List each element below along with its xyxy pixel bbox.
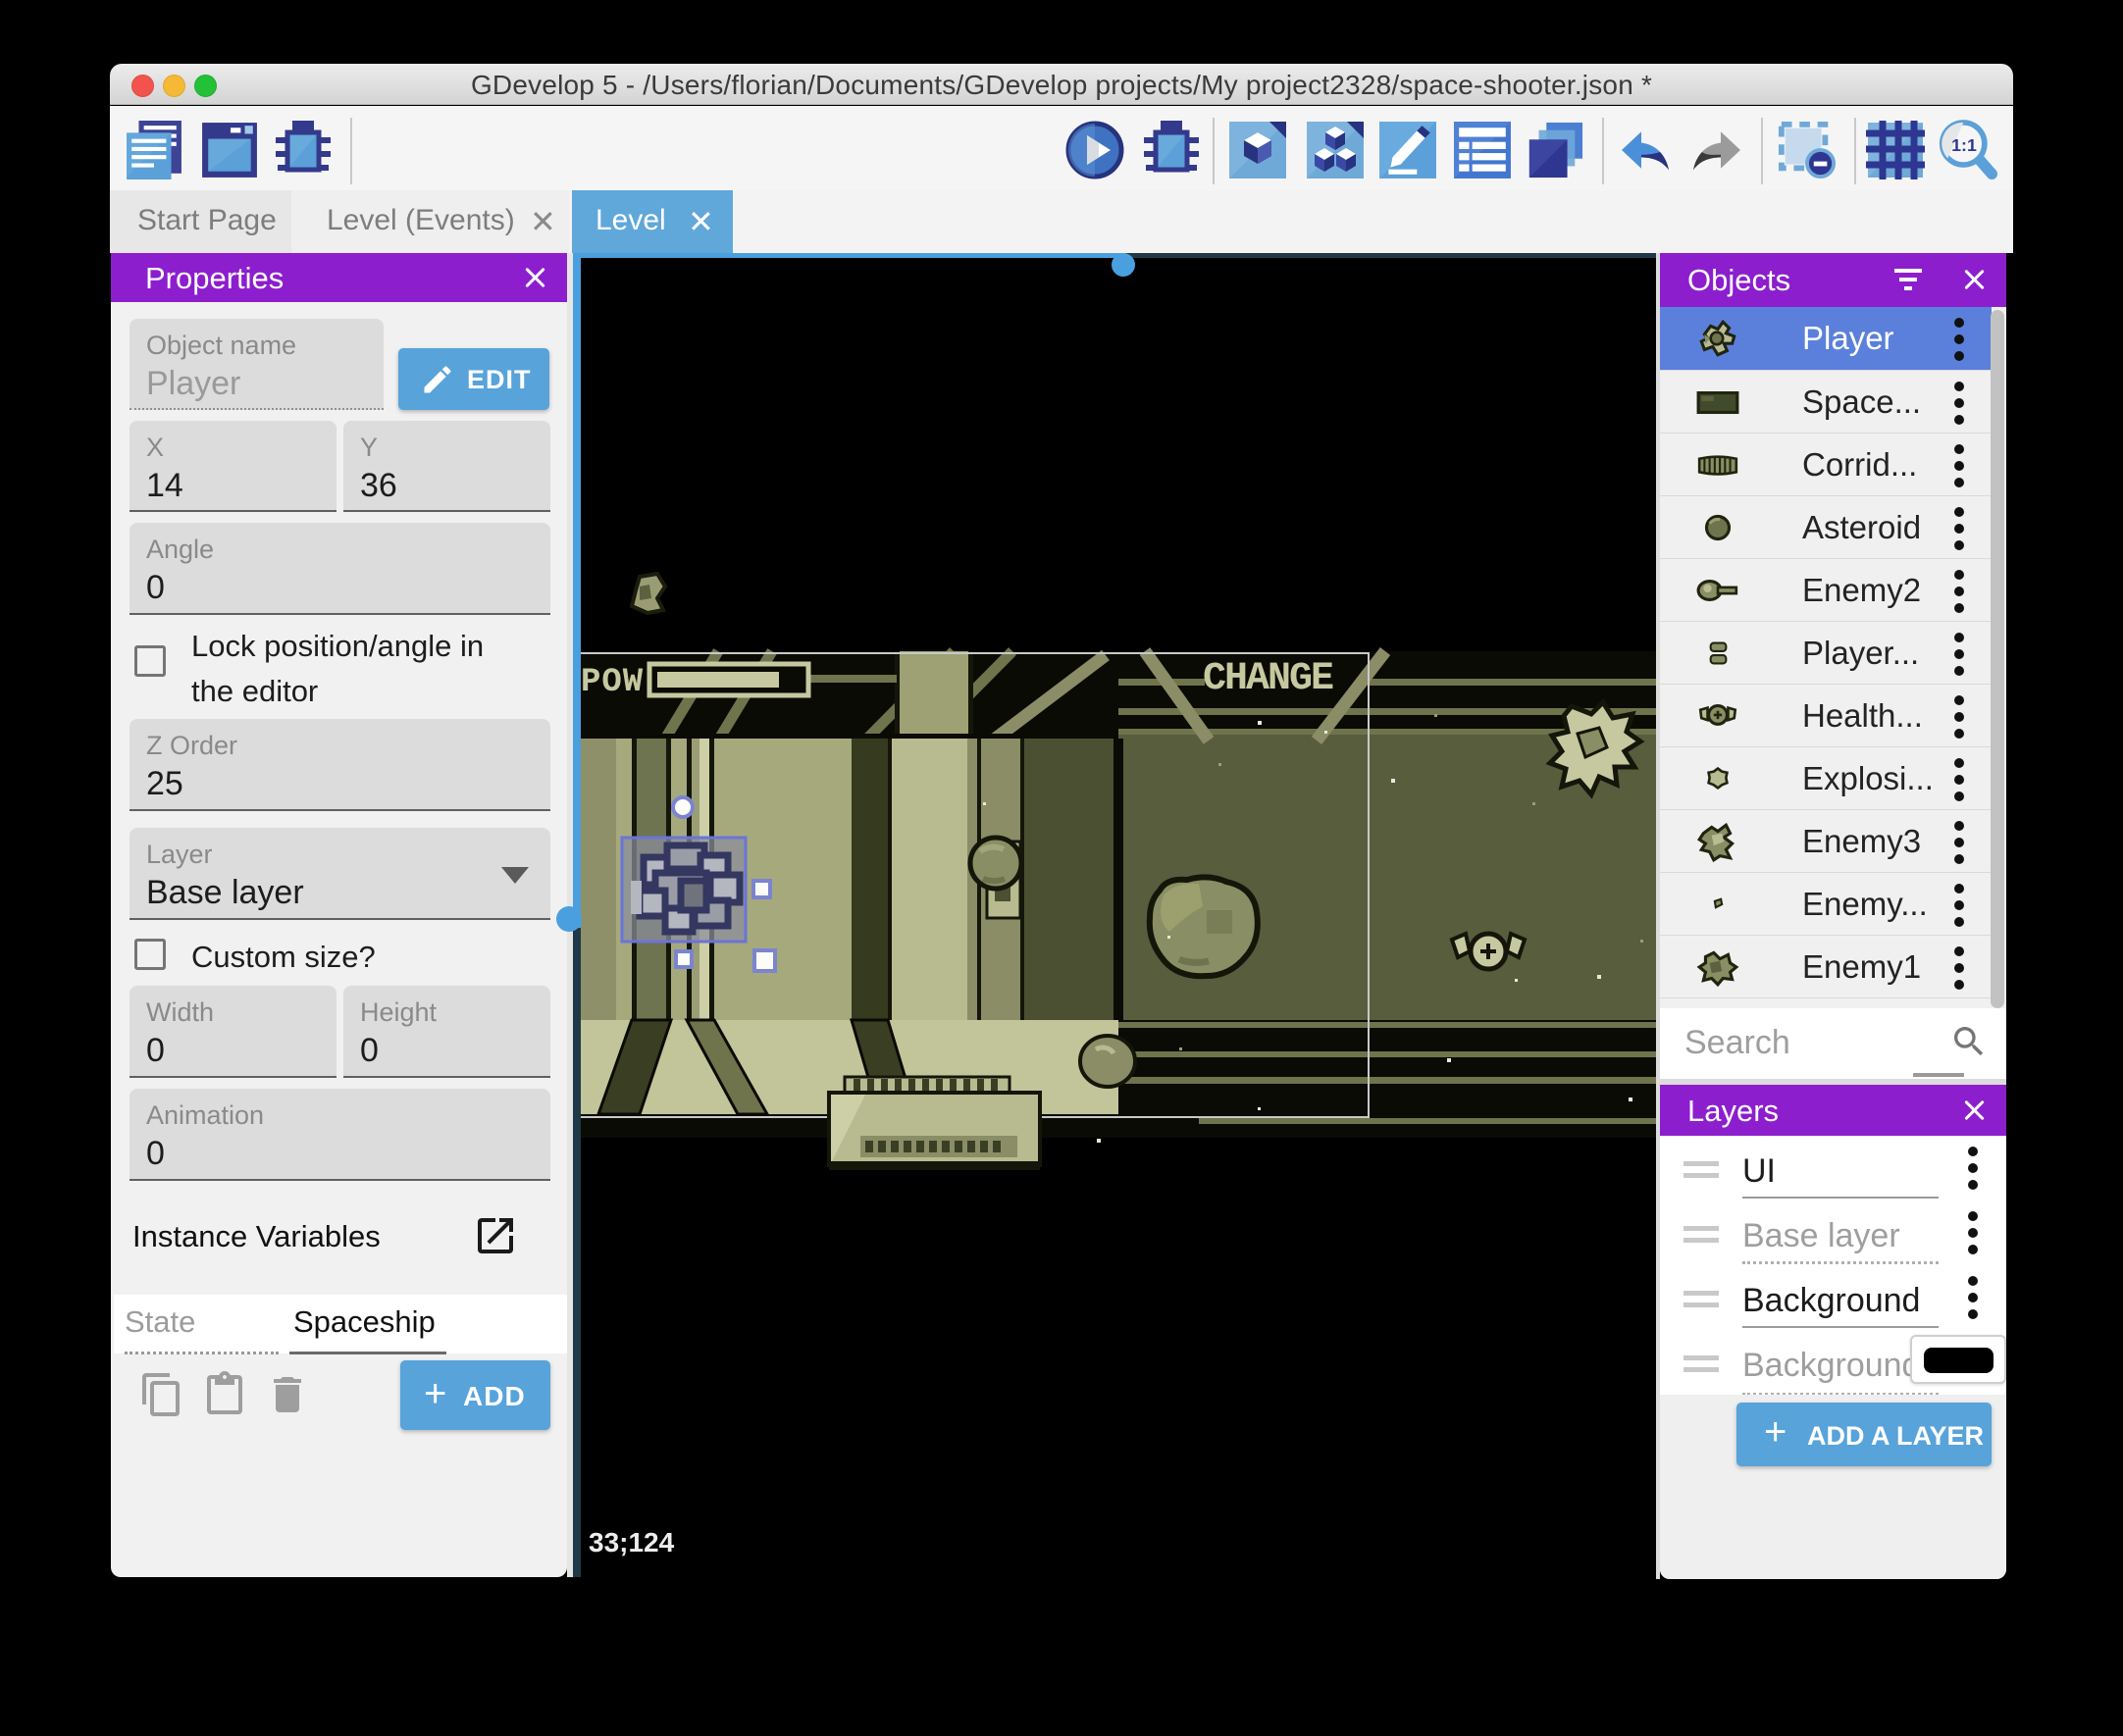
svg-text:CHANGE: CHANGE [1203, 657, 1333, 701]
svg-text:1:1: 1:1 [1951, 135, 1977, 155]
svg-text:POW: POW [581, 664, 644, 701]
svg-text:33;124: 33;124 [589, 1527, 675, 1557]
